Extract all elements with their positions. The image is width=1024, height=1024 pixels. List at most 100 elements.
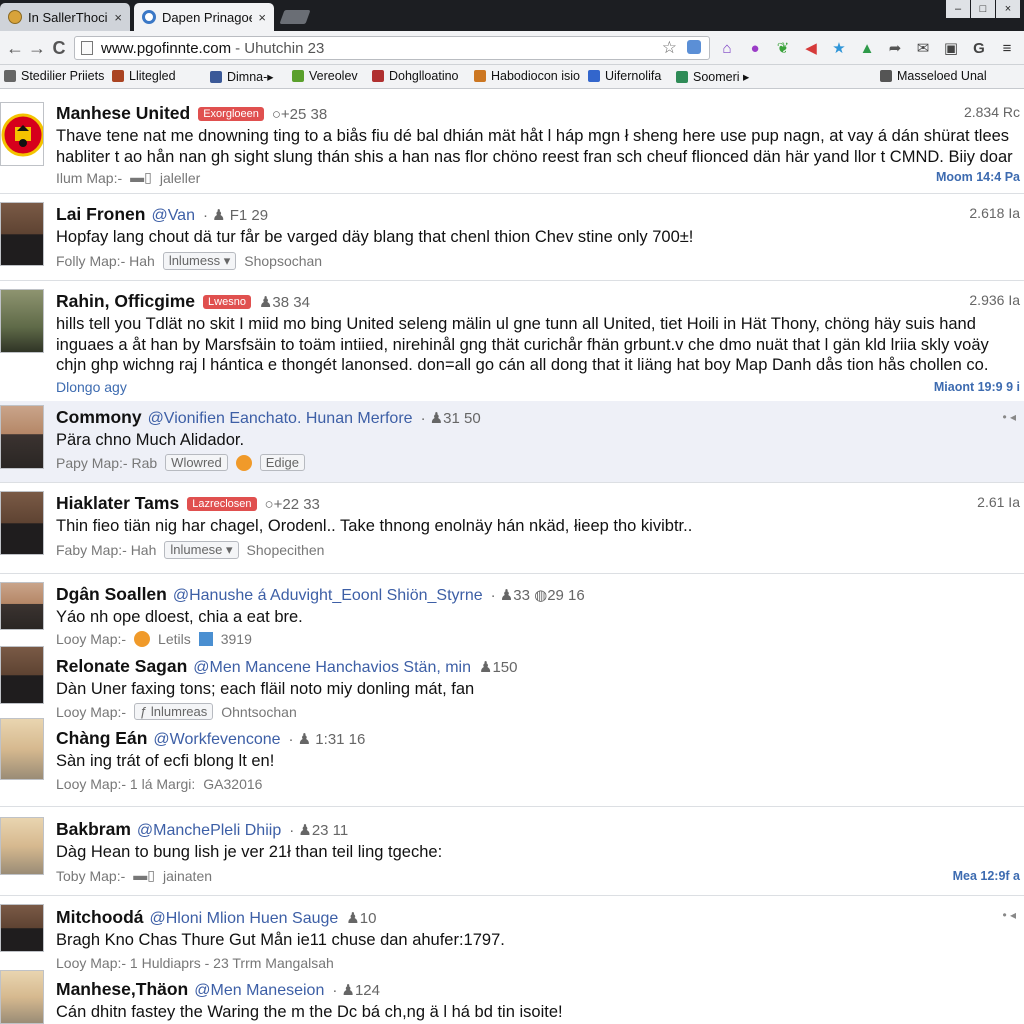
influence-dropdown[interactable]: lnlumese ▾: [164, 541, 239, 559]
extension-icon[interactable]: [687, 40, 701, 54]
tab-2[interactable]: Dapen Prinagoe ×: [134, 3, 274, 31]
post-author[interactable]: Dgân Soallen @Hanushe á Aduvight_Eoonl Sh…: [56, 584, 585, 605]
post-author[interactable]: Lai Fronen @Van · ♟ F1 29: [56, 204, 268, 225]
avatar[interactable]: [0, 904, 44, 952]
mail-icon[interactable]: ✉: [914, 39, 932, 57]
post-author[interactable]: Chàng Eán @Workfevencone · ♟ 1:31 16: [56, 728, 365, 749]
post-author[interactable]: Relonate Sagan @Men Mancene Hanchavios St…: [56, 656, 518, 677]
author-handle[interactable]: @Hloni Mlion Huen Sauge: [150, 910, 339, 927]
avatar[interactable]: [0, 491, 44, 555]
share-icon[interactable]: ➦: [886, 39, 904, 57]
avatar[interactable]: [0, 405, 44, 469]
author-name[interactable]: Rahin, Officgime: [56, 291, 195, 311]
footer-extra[interactable]: Letils: [158, 631, 191, 647]
post-author[interactable]: Bakbram @ManchePleli Dhiip · ♟23 11: [56, 819, 348, 840]
bookmark-item[interactable]: Masseloed Unal: [880, 69, 987, 83]
footer-extra[interactable]: jainaten: [163, 868, 212, 884]
close-icon[interactable]: ×: [114, 10, 122, 25]
more-icon[interactable]: • ◂: [1002, 410, 1016, 424]
comment-icon[interactable]: ▬▯: [133, 867, 155, 884]
close-icon[interactable]: ×: [258, 10, 266, 25]
bookmark-label: Soomeri ▸: [693, 70, 750, 84]
avatar[interactable]: [0, 202, 44, 266]
up-icon[interactable]: ▲: [858, 39, 876, 57]
page-title-text: - Uhutchin 23: [235, 39, 325, 57]
author-handle[interactable]: @Men Mancene Hanchavios Stän, min: [193, 659, 471, 676]
footer-extra[interactable]: Shopsochan: [244, 253, 322, 269]
bookmark-item[interactable]: Dimna-▸: [210, 69, 274, 84]
edge-chip[interactable]: Edige: [259, 454, 305, 471]
avatar[interactable]: [0, 289, 44, 353]
comment-icon[interactable]: ▬▯: [130, 169, 152, 186]
back-button[interactable]: ←: [4, 37, 26, 59]
footer-extra[interactable]: GA32016: [203, 776, 262, 792]
menu-icon[interactable]: ≡: [998, 39, 1016, 57]
author-handle[interactable]: @Hanushe á Aduvight_Eoonl Shiön_Styrne: [173, 587, 483, 604]
footer-extra[interactable]: Shopecithen: [247, 542, 325, 558]
post-author[interactable]: Mitchoodá @Hloni Mlion Huen Sauge ♟10: [56, 907, 376, 928]
bookmark-item[interactable]: Vereolev: [292, 69, 358, 83]
bookmark-item[interactable]: Dohglloatino: [372, 69, 459, 83]
author-handle[interactable]: @Van: [151, 207, 195, 224]
footer-label[interactable]: Dlongo agy: [56, 379, 127, 395]
footer-extra[interactable]: jaleller: [160, 170, 200, 186]
author-handle[interactable]: @Men Maneseion: [194, 982, 324, 999]
maximize-button[interactable]: □: [971, 0, 995, 18]
post-author[interactable]: Hiaklater Tams Lazreclosen ○+22 33: [56, 493, 320, 514]
bookmark-star-icon[interactable]: ☆: [662, 38, 677, 58]
allowed-chip[interactable]: Wlowred: [165, 454, 228, 471]
post-moment[interactable]: Mea 12:9f a: [953, 869, 1020, 883]
bookmark-item[interactable]: Uifernolifa: [588, 69, 661, 83]
avatar[interactable]: [0, 718, 44, 780]
avatar[interactable]: [0, 970, 44, 1024]
bookmark-item[interactable]: Llitegled: [112, 69, 176, 83]
leaf-icon[interactable]: ❦: [774, 39, 792, 57]
author-handle[interactable]: @Vionifien Eanchato. Hunan Merfore: [148, 410, 413, 427]
post: Dgân Soallen @Hanushe á Aduvight_Eoonl Sh…: [0, 574, 1024, 647]
author-name[interactable]: Manhese United: [56, 103, 190, 123]
bookmark-item[interactable]: Soomeri ▸: [676, 69, 749, 84]
avatar[interactable]: [0, 102, 44, 166]
post-author[interactable]: Manhese United Exorgloeen ○+25 38: [56, 103, 327, 124]
author-name[interactable]: Lai Fronen: [56, 204, 145, 224]
post-moment[interactable]: Moom 14:4 Pa: [936, 170, 1020, 184]
reload-button[interactable]: C: [48, 37, 70, 59]
author-handle[interactable]: @Workfevencone: [153, 731, 280, 748]
author-name[interactable]: Hiaklater Tams: [56, 493, 179, 513]
star-icon[interactable]: ★: [830, 39, 848, 57]
wallet-icon[interactable]: ▣: [942, 39, 960, 57]
post-author[interactable]: Manhese,Thäon @Men Maneseion · ♟124: [56, 979, 380, 1000]
bookmark-item[interactable]: Habodiocon isio: [474, 69, 580, 83]
close-window-button[interactable]: ×: [996, 0, 1020, 18]
forward-button[interactable]: →: [26, 37, 48, 59]
author-name[interactable]: Commony: [56, 407, 142, 427]
avatar[interactable]: [0, 817, 44, 875]
author-name[interactable]: Chàng Eán: [56, 728, 147, 748]
author-name[interactable]: Bakbram: [56, 819, 131, 839]
tab-1[interactable]: In SallerThocion: ×: [0, 3, 130, 31]
influence-dropdown[interactable]: lnlumess ▾: [162, 252, 237, 270]
post-author[interactable]: Rahin, Officgime Lwesno ♟38 34: [56, 291, 310, 312]
avatar[interactable]: [0, 582, 44, 630]
post-meta: ♟10: [346, 910, 377, 927]
author-name[interactable]: Dgân Soallen: [56, 584, 167, 604]
chat-icon[interactable]: ●: [746, 39, 764, 57]
g-icon[interactable]: G: [970, 39, 988, 57]
author-name[interactable]: Manhese,Thäon: [56, 979, 188, 999]
author-name[interactable]: Relonate Sagan: [56, 656, 187, 676]
more-icon[interactable]: • ◂: [1002, 908, 1016, 922]
address-bar[interactable]: www.pgofinnte.com - Uhutchin 23 ☆: [74, 36, 710, 60]
author-handle[interactable]: @ManchePleli Dhiip: [137, 822, 281, 839]
feed: Manhese United Exorgloeen ○+25 38 2.834 Rc…: [0, 90, 1024, 1024]
home-icon[interactable]: ⌂: [718, 39, 736, 57]
bookmark-item[interactable]: Stedilier Priiets: [4, 69, 104, 83]
minimize-button[interactable]: –: [946, 0, 970, 18]
bookmark-favicon: [880, 70, 892, 82]
post-moment[interactable]: Miaont 19:9 9 i: [934, 380, 1020, 394]
author-name[interactable]: Mitchoodá: [56, 907, 144, 927]
avatar[interactable]: [0, 646, 44, 704]
bookmark-label: Stedilier Priiets: [21, 69, 105, 83]
post-author[interactable]: Commony @Vionifien Eanchato. Hunan Merfor…: [56, 407, 481, 428]
arrow-left-icon[interactable]: ◀: [802, 39, 820, 57]
new-tab-button[interactable]: [279, 10, 311, 24]
